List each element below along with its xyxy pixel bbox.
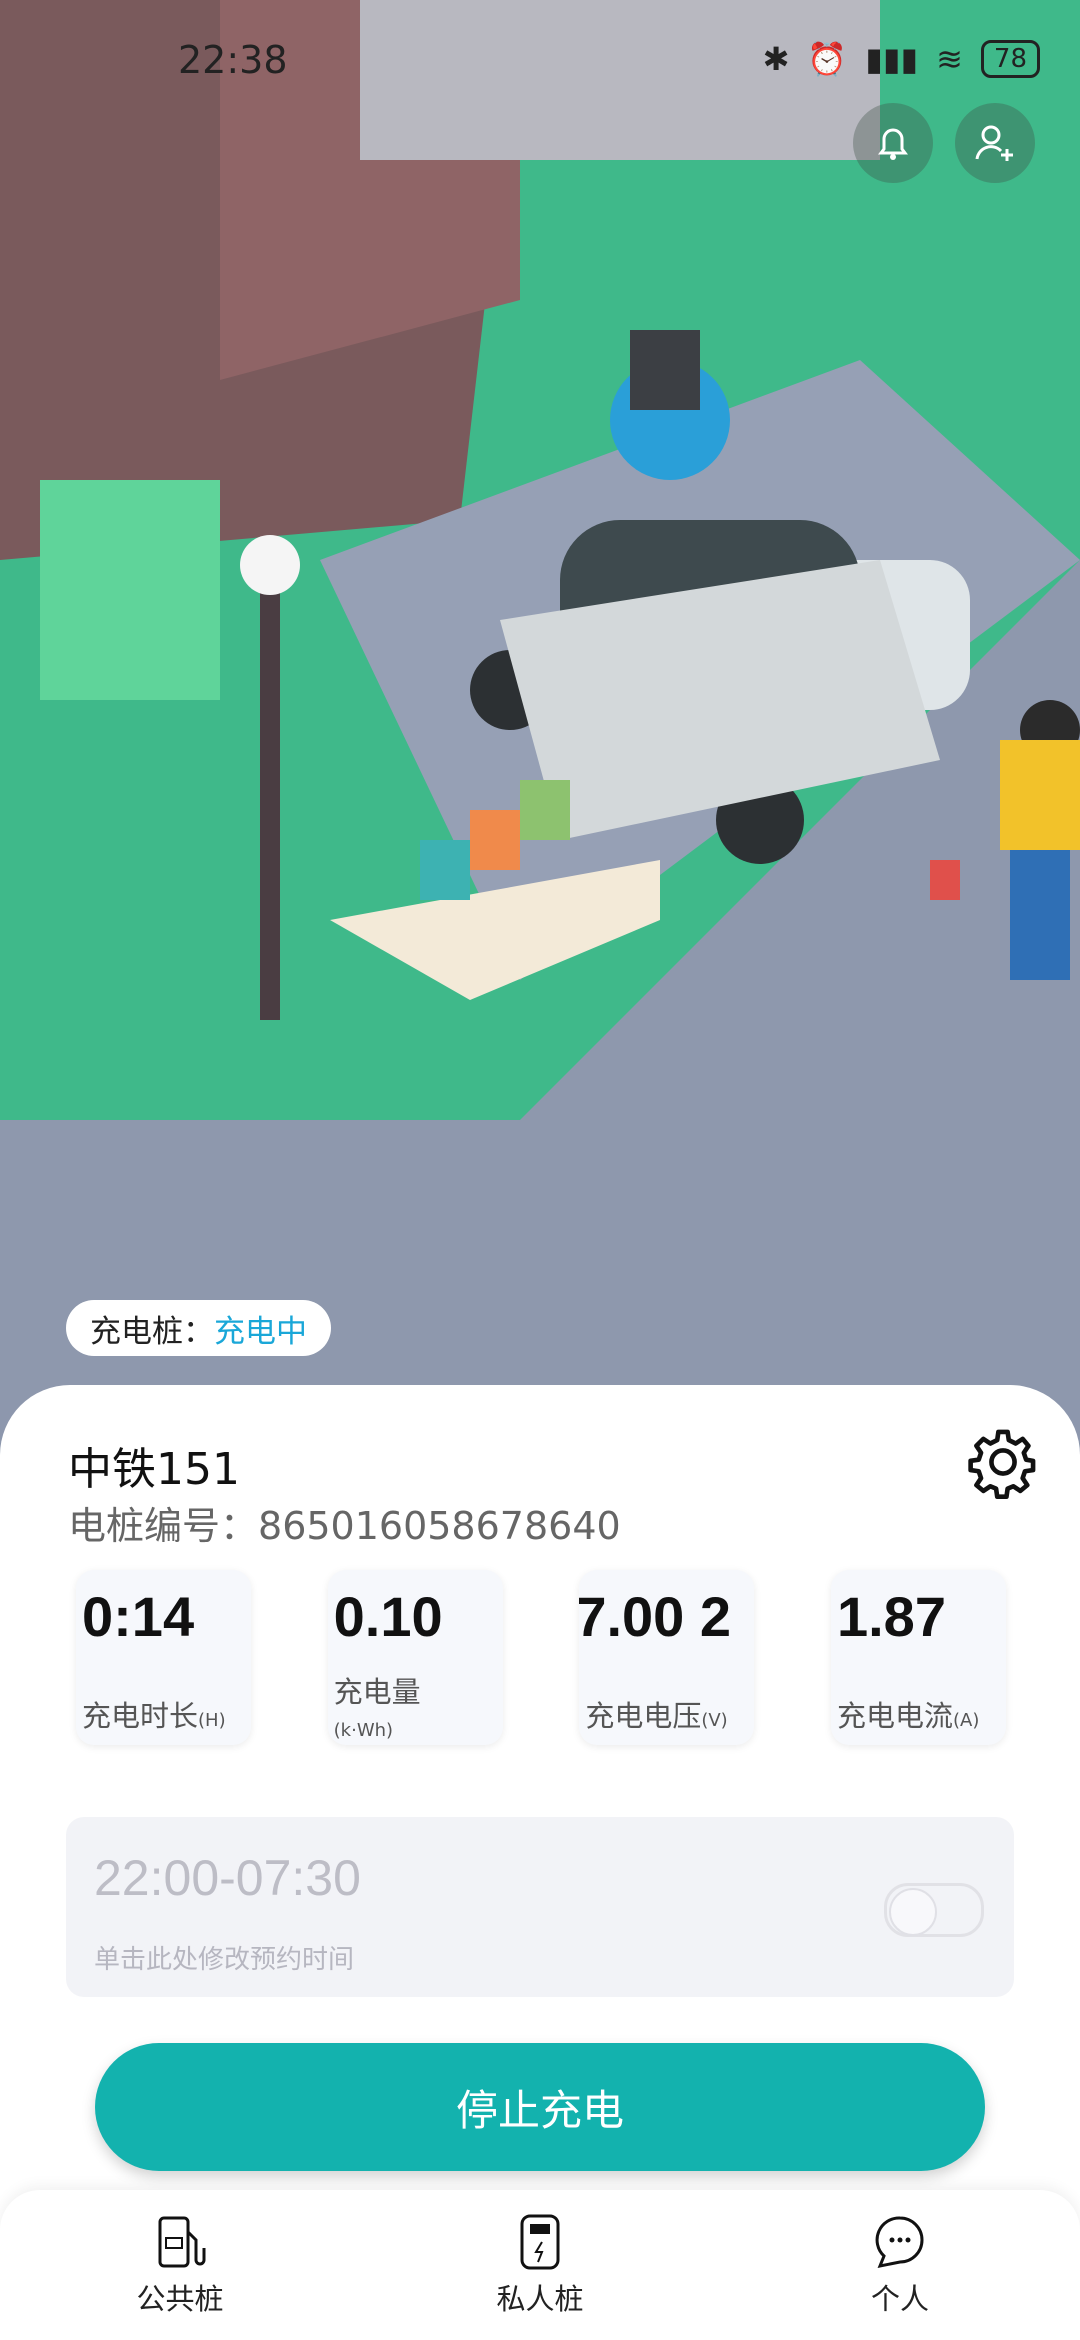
notification-button[interactable] (853, 103, 933, 183)
bell-icon (878, 128, 908, 160)
schedule-time: 22:00-07:30 (94, 1850, 361, 1906)
hero-illustration (0, 0, 1080, 1400)
station-name: 中铁151 (68, 1444, 240, 1495)
clock: 22:38 (178, 38, 288, 82)
energy-label: 充电量 (333, 1675, 421, 1709)
schedule-hint: 单击此处修改预约时间 (94, 1945, 355, 1975)
chat-person-icon (875, 2216, 924, 2269)
stop-charging-button[interactable]: 停止充电 (95, 2043, 985, 2171)
signal-icon: ▮▮▮ (865, 40, 919, 78)
toggle-knob (889, 1888, 937, 1936)
metric-card-duration: 0:14 充电时长(H) (76, 1570, 251, 1745)
voltage-label: 充电电压(V) (585, 1699, 728, 1733)
add-user-icon (975, 125, 1013, 161)
nav-item-profile[interactable]: 个人 (810, 2212, 990, 2318)
current-value: 1.87 (836, 1585, 946, 1648)
public-charger-icon (158, 2216, 206, 2268)
status-icons: ✱ ⏰ ▮▮▮ ≋ 78 (763, 40, 1040, 78)
metrics-row: 0:14 充电时长(H) 0.10 充电量 (k·Wh) 7.00 2 充电电压… (76, 1570, 1006, 1745)
charger-status-badge: 充电桩： 充电中 (66, 1300, 331, 1356)
charger-status-value: 充电中 (214, 1313, 307, 1350)
energy-value: 0.10 (333, 1585, 443, 1648)
station-serial: 电桩编号：865016058678640 (68, 1495, 621, 1550)
charger-status-label: 充电桩： (90, 1313, 214, 1350)
serial-label: 电桩编号： (68, 1504, 259, 1548)
metric-card-energy: 0.10 充电量 (k·Wh) (327, 1570, 503, 1745)
energy-unit: (k·Wh) (333, 1720, 394, 1741)
duration-label: 充电时长(H) (82, 1699, 226, 1733)
battery-icon: 78 (980, 40, 1040, 78)
bluetooth-icon: ✱ (762, 40, 790, 78)
duration-value: 0:14 (82, 1585, 195, 1648)
schedule-card[interactable]: 22:00-07:30 单击此处修改预约时间 (66, 1817, 1014, 1997)
metric-card-current: 1.87 充电电流(A) (830, 1570, 1006, 1745)
alarm-icon: ⏰ (807, 40, 848, 78)
nav-label-public: 公共桩 (136, 2282, 224, 2316)
voltage-value: 7.00 2 (579, 1585, 732, 1648)
serial-value: 865016058678640 (258, 1504, 621, 1548)
nav-item-private[interactable]: 私人桩 (450, 2212, 630, 2318)
settings-gear-icon[interactable] (966, 1425, 1040, 1499)
metric-card-voltage: 7.00 2 充电电压(V) (579, 1570, 755, 1745)
nav-item-public[interactable]: 公共桩 (90, 2212, 270, 2318)
private-charger-icon (520, 2214, 560, 2270)
status-bar: 22:38 ✱ ⏰ ▮▮▮ ≋ 78 (0, 0, 1080, 120)
schedule-toggle[interactable] (884, 1883, 984, 1937)
current-label: 充电电流(A) (836, 1699, 980, 1733)
wifi-icon: ≋ (936, 40, 963, 78)
nav-label-profile: 个人 (870, 2282, 929, 2316)
nav-label-private: 私人桩 (496, 2282, 584, 2316)
add-user-button[interactable] (955, 103, 1035, 183)
bottom-nav: 公共桩 私人桩 个人 (0, 2190, 1080, 2340)
